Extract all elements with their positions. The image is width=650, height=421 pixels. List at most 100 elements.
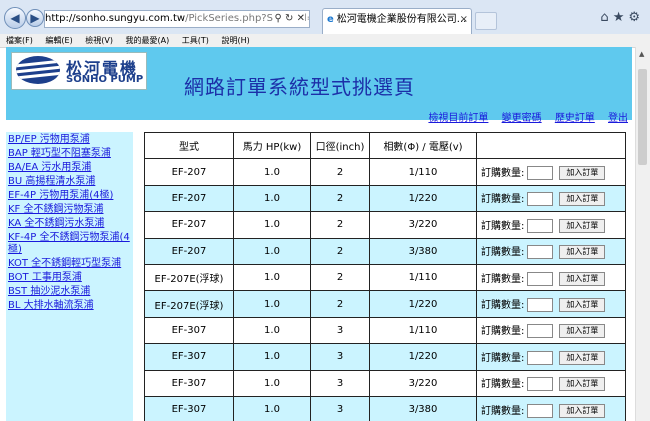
qty-input[interactable] [527, 192, 554, 207]
sidebar-item[interactable]: KF 全不銹鋼污物泵浦 [6, 202, 133, 216]
add-to-order-button[interactable]: 加入訂單 [559, 350, 606, 365]
home-icon[interactable]: ⌂ [600, 10, 612, 25]
cell-phase-voltage: 3/220 [369, 211, 477, 239]
cell-bore: 3 [310, 369, 370, 397]
toolbar-icons: ⌂★⚙ [600, 10, 644, 25]
cell-phase-voltage: 1/110 [369, 158, 477, 186]
sidebar-item[interactable]: BA/EA 污水用泵浦 [6, 160, 133, 174]
table-header-row: 型式 馬力 HP(kw) 口徑(inch) 相數(Φ) / 電壓(v) [144, 131, 626, 160]
sidebar-item[interactable]: BL 大排水軸流泵浦 [6, 298, 133, 312]
cell-bore: 3 [310, 343, 370, 371]
cell-hp: 1.0 [233, 343, 311, 371]
add-to-order-button[interactable]: 加入訂單 [559, 298, 606, 313]
cell-hp: 1.0 [233, 263, 311, 292]
add-to-order-button[interactable]: 加入訂單 [559, 377, 606, 392]
table-row: EF-207E(浮球) 1.0 2 1/110 訂購數量: 加入訂單 [144, 263, 626, 292]
sidebar-item[interactable]: KA 全不銹鋼污水泵浦 [6, 216, 133, 230]
browser-titlebar: ◀ ▶ http://sonho.sungyu.com.tw/PickSerie… [0, 0, 650, 34]
col-header-hp: 馬力 HP(kw) [233, 131, 311, 160]
cell-phase-voltage: 1/110 [369, 263, 477, 292]
series-sidebar: BP/EP 污物用泵浦 BAP 輕巧型不阻塞泵浦 BA/EA 污水用泵浦 BU 高揚程… [6, 132, 133, 421]
cell-model: EF-207 [144, 158, 234, 186]
table-row: EF-207 1.0 2 3/220 訂購數量: 加入訂單 [144, 211, 626, 239]
qty-input[interactable] [527, 166, 554, 181]
gear-icon[interactable]: ⚙ [628, 10, 644, 25]
menu-tools[interactable]: 工具(T) [182, 36, 209, 45]
add-to-order-button[interactable]: 加入訂單 [559, 271, 606, 286]
sidebar-item[interactable]: BU 高揚程清水泵浦 [6, 174, 133, 188]
qty-input[interactable] [527, 245, 554, 260]
sidebar-item[interactable]: EF-4P 污物用泵浦(4極) [6, 188, 133, 202]
add-to-order-button[interactable]: 加入訂單 [559, 166, 606, 181]
qty-input[interactable] [527, 350, 554, 365]
qty-input[interactable] [527, 377, 554, 392]
menu-edit[interactable]: 編輯(E) [45, 36, 72, 45]
link-view-current-order[interactable]: 檢視目前訂單 [428, 113, 488, 124]
sidebar-item[interactable]: BOT 工事用泵浦 [6, 270, 133, 284]
qty-input[interactable] [527, 298, 554, 313]
search-refresh-icons[interactable]: ⚲ ↻ ✕ [272, 11, 305, 27]
cell-hp: 1.0 [233, 158, 311, 186]
cell-bore: 2 [310, 211, 370, 239]
address-bar[interactable]: http://sonho.sungyu.com.tw/PickSeries.ph… [44, 10, 310, 28]
menu-view[interactable]: 檢視(V) [85, 36, 113, 45]
qty-input[interactable] [527, 403, 554, 418]
add-to-order-button[interactable]: 加入訂單 [559, 192, 606, 207]
browser-tab[interactable]: e 松河電機企業股份有限公司... × [322, 8, 472, 34]
qty-input[interactable] [527, 271, 554, 286]
table-row: EF-207 1.0 2 1/220 訂購數量: 加入訂單 [144, 184, 626, 213]
link-change-password[interactable]: 變更密碼 [502, 113, 542, 124]
cell-order: 訂購數量: 加入訂單 [476, 158, 626, 186]
address-domain: http://sonho.sungyu.com.tw [45, 13, 186, 24]
product-table: 型式 馬力 HP(kw) 口徑(inch) 相數(Φ) / 電壓(v) EF-2… [144, 131, 626, 421]
back-button[interactable]: ◀ [4, 7, 26, 29]
add-to-order-button[interactable]: 加入訂單 [559, 218, 606, 233]
menu-bar: 檔案(F) 編輯(E) 檢視(V) 我的最愛(A) 工具(T) 說明(H) [0, 34, 650, 48]
cell-order: 訂購數量: 加入訂單 [476, 316, 626, 345]
qty-input[interactable] [527, 218, 554, 233]
favorites-star-icon[interactable]: ★ [613, 10, 629, 25]
link-logout[interactable]: 登出 [608, 113, 628, 124]
add-to-order-button[interactable]: 加入訂單 [559, 245, 606, 260]
sidebar-item[interactable]: BP/EP 污物用泵浦 [6, 132, 133, 146]
add-to-order-button[interactable]: 加入訂單 [559, 403, 606, 418]
menu-favorites[interactable]: 我的最愛(A) [126, 36, 170, 45]
cell-model: EF-307 [144, 369, 234, 397]
col-header-bore: 口徑(inch) [310, 131, 370, 160]
qty-input[interactable] [527, 324, 554, 339]
link-order-history[interactable]: 歷史訂單 [555, 113, 595, 124]
cell-phase-voltage: 3/220 [369, 369, 477, 397]
menu-file[interactable]: 檔案(F) [6, 36, 33, 45]
page-title: 網路訂單系統型式挑選頁 [184, 75, 415, 99]
qty-label: 訂購數量: [481, 220, 525, 232]
cell-hp: 1.0 [233, 211, 311, 239]
cell-bore: 2 [310, 290, 370, 318]
sidebar-item[interactable]: KF-4P 全不銹鋼污物泵浦(4極) [6, 230, 133, 256]
cell-bore: 2 [310, 158, 370, 186]
new-tab-button[interactable] [475, 12, 497, 30]
cell-model: EF-307 [144, 395, 234, 421]
cell-hp: 1.0 [233, 369, 311, 397]
sidebar-item[interactable]: BAP 輕巧型不阻塞泵浦 [6, 146, 133, 160]
cell-hp: 1.0 [233, 184, 311, 213]
cell-order: 訂購數量: 加入訂單 [476, 211, 626, 239]
cell-model: EF-207 [144, 237, 234, 265]
scroll-up-icon[interactable]: ▲ [639, 50, 644, 58]
cell-hp: 1.0 [233, 237, 311, 265]
vertical-scrollbar[interactable]: ▲ [635, 47, 650, 421]
qty-label: 訂購數量: [481, 300, 525, 312]
top-links: 檢視目前訂單 變更密碼 歷史訂單 登出 [418, 109, 628, 124]
scrollbar-thumb[interactable] [638, 69, 647, 165]
tab-close-icon[interactable]: × [460, 9, 468, 31]
sidebar-item[interactable]: KOT 全不銹鋼輕巧型泵浦 [6, 256, 133, 270]
table-row: EF-307 1.0 3 3/220 訂購數量: 加入訂單 [144, 369, 626, 397]
menu-help[interactable]: 說明(H) [221, 36, 249, 45]
table-row: EF-207 1.0 2 1/110 訂購數量: 加入訂單 [144, 158, 626, 186]
add-to-order-button[interactable]: 加入訂單 [559, 324, 606, 339]
cell-model: EF-207 [144, 184, 234, 213]
cell-order: 訂購數量: 加入訂單 [476, 184, 626, 213]
sidebar-item[interactable]: BST 抽沙泥水泵浦 [6, 284, 133, 298]
cell-bore: 2 [310, 237, 370, 265]
table-row: EF-207 1.0 2 3/380 訂購數量: 加入訂單 [144, 237, 626, 265]
forward-button[interactable]: ▶ [26, 9, 44, 27]
